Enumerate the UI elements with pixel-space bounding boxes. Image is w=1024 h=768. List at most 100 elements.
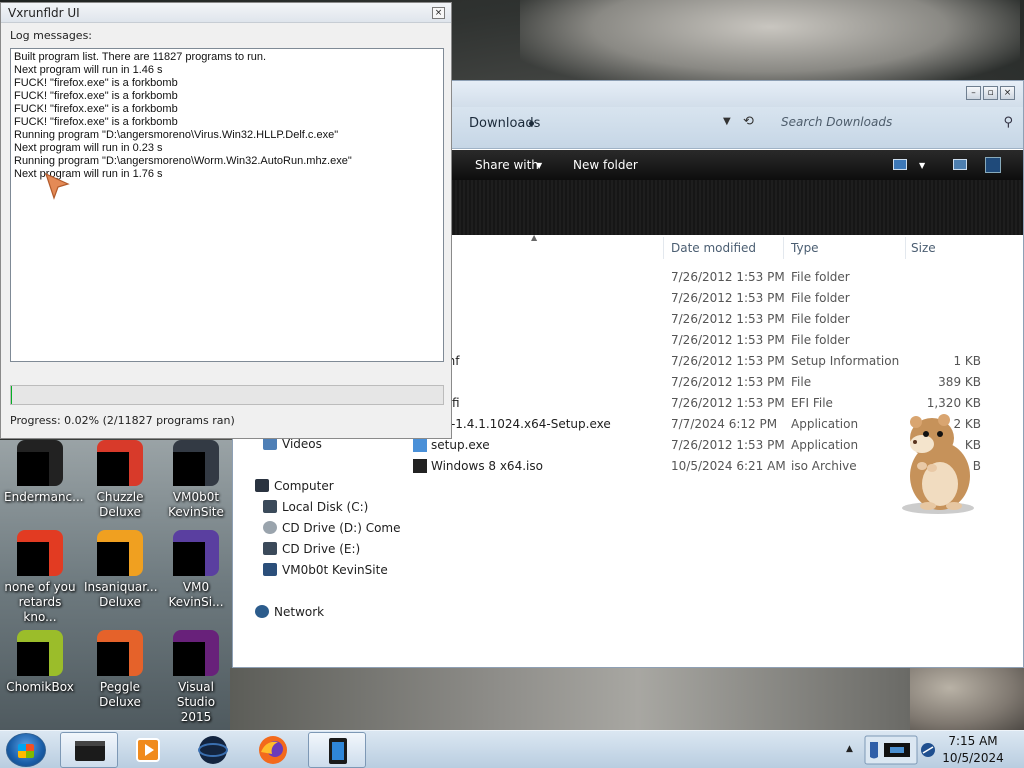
app-icon xyxy=(17,530,63,576)
taskbar-explorer-button[interactable] xyxy=(308,732,366,768)
file-type: File folder xyxy=(791,291,850,305)
taskbar-media-player-button[interactable] xyxy=(120,732,178,768)
media-player-icon xyxy=(136,738,160,762)
preview-pane-icon[interactable] xyxy=(953,159,967,170)
log-line: FUCK! "firefox.exe" is a forkbomb xyxy=(14,77,178,89)
clock-date[interactable]: 10/5/2024 xyxy=(942,751,1004,765)
redaction-box xyxy=(17,542,49,576)
chevron-down-icon[interactable]: ▼ xyxy=(919,161,925,170)
maximize-icon[interactable]: ▫ xyxy=(983,86,998,100)
new-folder-button[interactable]: New folder xyxy=(573,158,638,172)
desktop-icon-label: Peggle Deluxe xyxy=(99,680,141,709)
app-icon xyxy=(97,440,143,486)
computer-icon xyxy=(255,479,269,492)
mouse-cursor-icon xyxy=(44,172,70,200)
nav-item-cd-drive-e[interactable]: CD Drive (E:) xyxy=(263,542,360,556)
hamster-desktop-pet[interactable] xyxy=(888,408,978,516)
vxrunfldr-window: Vxrunfldr UI × Log messages: Built progr… xyxy=(0,2,452,439)
desktop-icon[interactable]: Endermanc... xyxy=(4,440,84,505)
nav-item-cd-drive-d[interactable]: CD Drive (D:) Come xyxy=(263,521,401,535)
file-row[interactable]: 7/26/2012 1:53 PM File folder xyxy=(413,288,1013,309)
nav-item-computer[interactable]: Computer xyxy=(255,479,334,493)
log-messages-label: Log messages: xyxy=(10,29,93,42)
desktop-icon[interactable]: VM0 KevinSi... xyxy=(160,530,232,610)
search-icon[interactable]: ⚲ xyxy=(1003,115,1013,130)
globe-icon xyxy=(198,736,228,764)
column-date-modified[interactable]: Date modified xyxy=(671,241,756,255)
vxrunfldr-titlebar[interactable]: Vxrunfldr UI × xyxy=(1,3,451,23)
column-size[interactable]: Size xyxy=(911,241,936,255)
taskbar-firefox-button[interactable] xyxy=(244,732,302,768)
desktop-icon[interactable]: VM0b0t KevinSite xyxy=(160,440,232,520)
file-date-modified: 10/5/2024 6:21 AM xyxy=(671,459,786,473)
redaction-box xyxy=(97,642,129,676)
file-date-modified: 7/26/2012 1:53 PM xyxy=(671,396,785,410)
file-name: setup.exe xyxy=(431,438,490,452)
hard-disk-icon xyxy=(263,500,277,513)
file-type: Application xyxy=(791,438,859,452)
nav-item-vm-kevinsite[interactable]: VM0b0t KevinSite xyxy=(263,563,388,577)
window-app-icon xyxy=(329,738,347,764)
view-options-icon[interactable] xyxy=(893,159,907,170)
nav-item-videos[interactable]: Videos xyxy=(263,437,322,451)
help-icon[interactable] xyxy=(985,157,1001,173)
file-type: File folder xyxy=(791,270,850,284)
log-line: Running program "D:\angersmoreno\Worm.Wi… xyxy=(14,155,352,167)
show-hidden-icons-button[interactable]: ▲ xyxy=(846,744,853,754)
close-icon[interactable]: × xyxy=(1000,86,1015,100)
clock-time[interactable]: 7:15 AM xyxy=(942,734,1004,748)
file-type: iso Archive xyxy=(791,459,857,473)
desktop-icon[interactable]: Chuzzle Deluxe xyxy=(84,440,156,520)
share-with-button[interactable]: Share with xyxy=(475,158,539,172)
minimize-icon[interactable]: – xyxy=(966,86,981,100)
desktop-icon[interactable]: Visual Studio 2015 xyxy=(160,630,232,725)
search-input[interactable]: Search Downloads xyxy=(781,115,892,129)
address-dropdown-icon[interactable]: ▼ xyxy=(723,116,731,127)
desktop-icon[interactable]: Insaniquar... Deluxe xyxy=(84,530,158,610)
column-separator xyxy=(905,237,906,259)
desktop-icon[interactable]: ChomikBox xyxy=(4,630,76,695)
redaction-box xyxy=(173,542,205,576)
file-date-modified: 7/26/2012 1:53 PM xyxy=(671,270,785,284)
app-icon xyxy=(97,630,143,676)
refresh-icon[interactable]: ⟲ xyxy=(743,114,754,129)
file-row[interactable]: tmgr7/26/2012 1:53 PMFile389 KB xyxy=(413,372,1013,393)
close-icon[interactable]: × xyxy=(432,7,445,19)
wallpaper-highlight xyxy=(520,0,1020,90)
file-row[interactable]: rces7/26/2012 1:53 PMFile folder xyxy=(413,309,1013,330)
app-icon xyxy=(173,440,219,486)
file-date-modified: 7/26/2012 1:53 PM xyxy=(671,354,785,368)
log-messages-textbox[interactable]: Built program list. There are 11827 prog… xyxy=(10,48,444,362)
app-icon xyxy=(17,630,63,676)
nav-item-local-disk[interactable]: Local Disk (C:) xyxy=(263,500,368,514)
file-row[interactable]: orun.inf7/26/2012 1:53 PMSetup Informati… xyxy=(413,351,1013,372)
taskbar-app-button[interactable] xyxy=(184,732,242,768)
iso-file-icon xyxy=(413,459,427,473)
taskbar: ▲ 7:15 AM 10/5/2024 xyxy=(0,730,1024,768)
file-row[interactable]: t7/26/2012 1:53 PMFile folder xyxy=(413,267,1013,288)
file-date-modified: 7/26/2012 1:53 PM xyxy=(671,312,785,326)
cd-drive-icon xyxy=(263,542,277,555)
file-type: File xyxy=(791,375,812,389)
file-row[interactable]: port7/26/2012 1:53 PMFile folder xyxy=(413,330,1013,351)
nav-item-network[interactable]: Network xyxy=(255,605,324,619)
log-line: Built program list. There are 11827 prog… xyxy=(14,51,267,63)
firefox-icon xyxy=(259,736,287,764)
file-date-modified: 7/26/2012 1:53 PM xyxy=(671,438,785,452)
log-line: Next program will run in 1.46 s xyxy=(14,64,163,76)
start-button[interactable] xyxy=(6,733,46,767)
app-icon xyxy=(173,530,219,576)
progress-text: Progress: 0.02% (2/11827 programs ran) xyxy=(10,414,235,427)
progress-bar xyxy=(10,385,444,405)
column-type[interactable]: Type xyxy=(791,241,819,255)
desktop-icon[interactable]: Peggle Deluxe xyxy=(84,630,156,710)
breadcrumb-separator-icon[interactable] xyxy=(529,121,534,126)
tray-app-icon[interactable] xyxy=(864,735,918,765)
network-status-icon[interactable] xyxy=(920,742,936,758)
app-icon xyxy=(97,530,143,576)
taskbar-vxrunfldr-button[interactable] xyxy=(60,732,118,768)
file-size: 389 KB xyxy=(938,375,981,389)
desktop-icon-label: ChomikBox xyxy=(6,680,74,694)
chevron-down-icon[interactable]: ▼ xyxy=(536,161,542,170)
desktop-icon[interactable]: none of you retards kno... xyxy=(4,530,76,625)
